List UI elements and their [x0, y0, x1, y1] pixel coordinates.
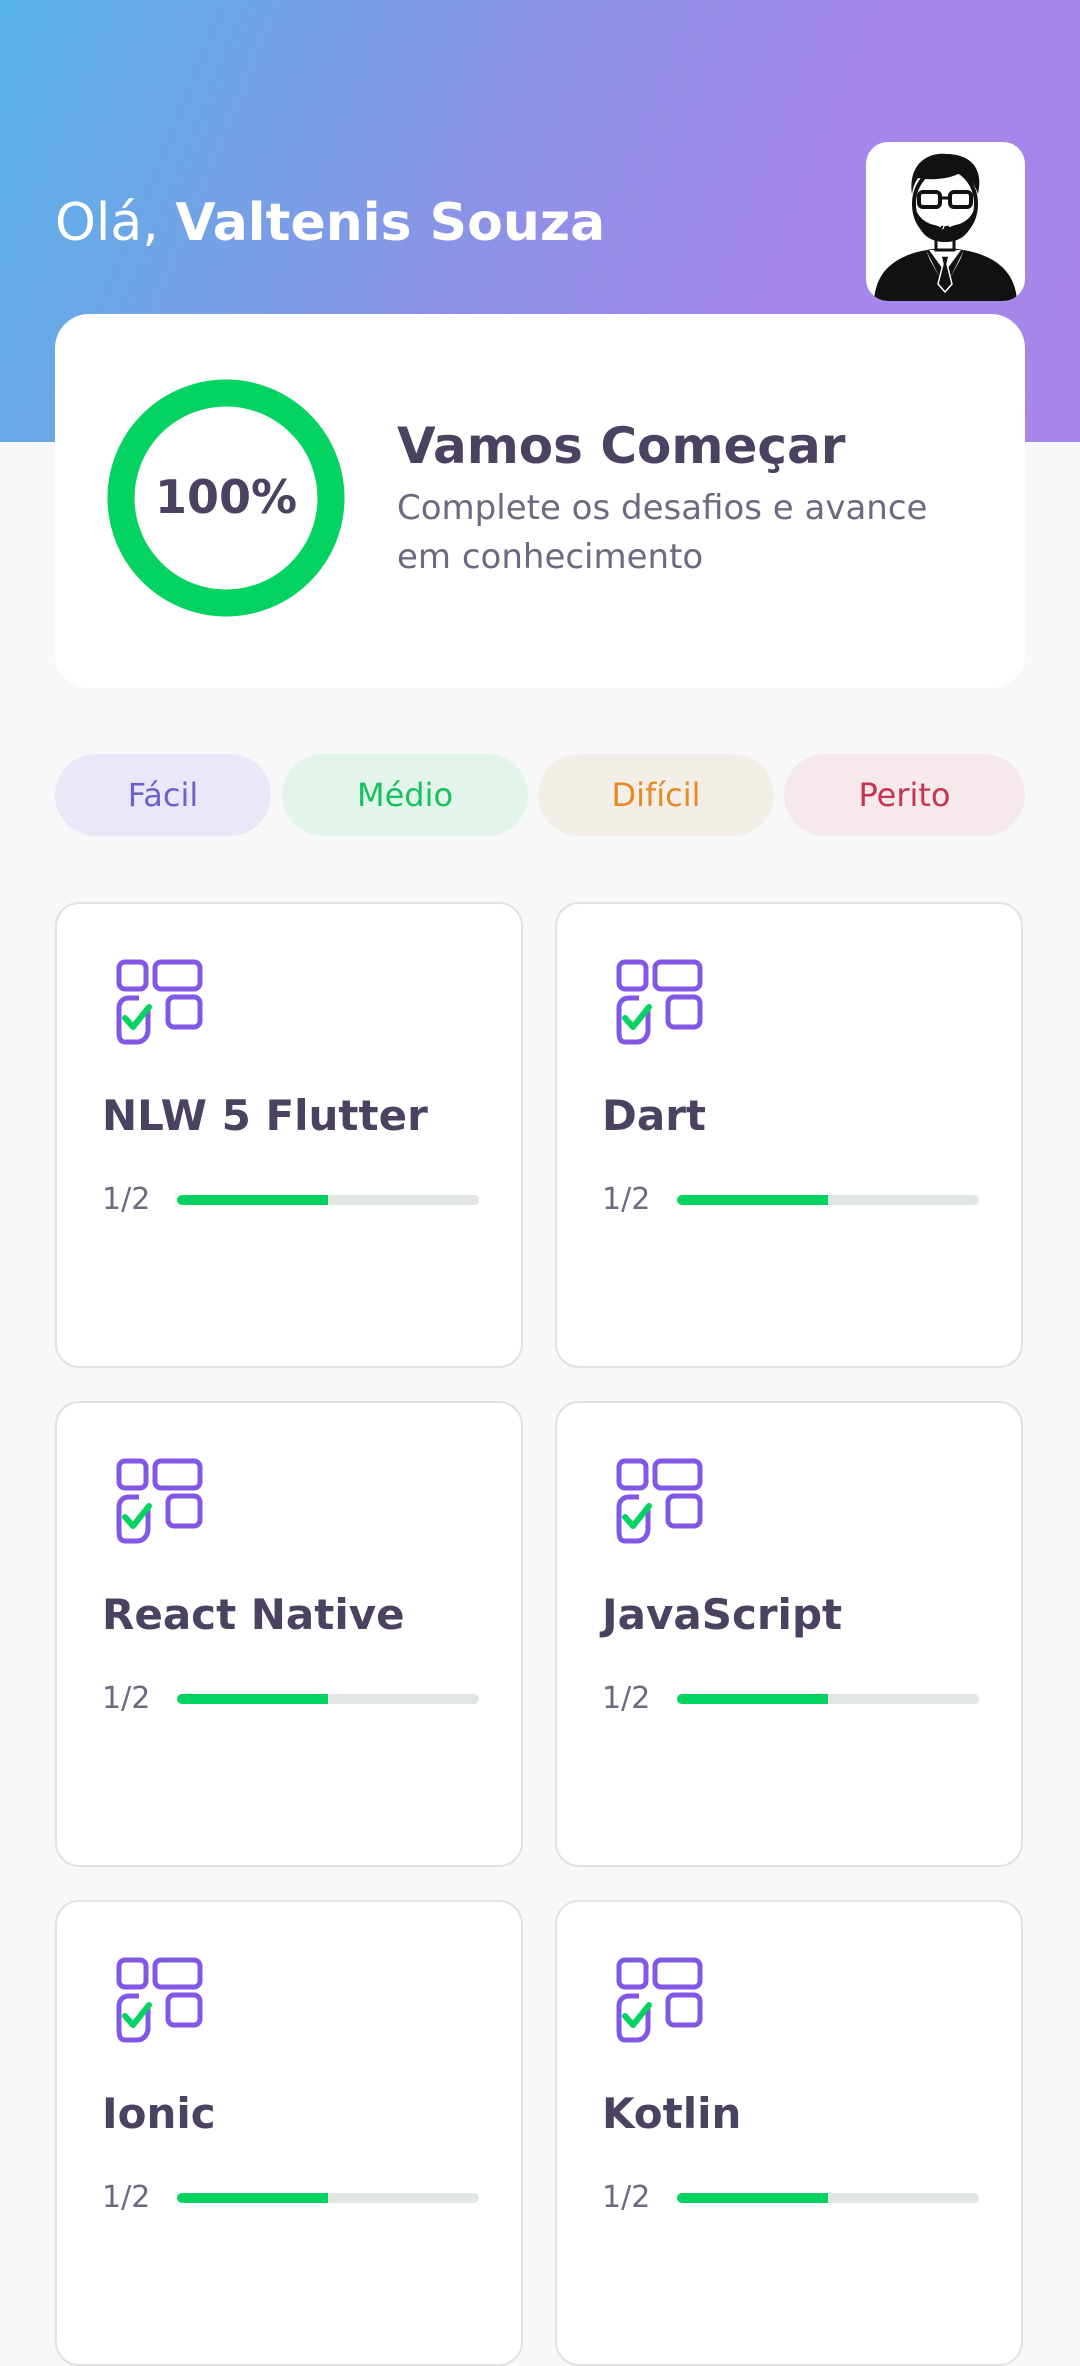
quiz-card[interactable]: Kotlin 1/2 — [555, 1900, 1023, 2366]
quiz-progress-bar — [177, 1195, 479, 1205]
level-chip-medio[interactable]: Médio — [282, 754, 528, 836]
quiz-title: React Native — [102, 1590, 405, 1639]
score-card: 100% Vamos Começar Complete os desafios … — [55, 314, 1025, 688]
progress-percent: 100% — [154, 470, 298, 524]
quiz-card[interactable]: Dart 1/2 — [555, 902, 1023, 1368]
quiz-progress-fill — [677, 1694, 828, 1704]
quiz-title: Dart — [602, 1091, 706, 1140]
user-name: Valtenis Souza — [175, 193, 606, 253]
quiz-count: 1/2 — [102, 2180, 151, 2215]
level-chip-label: Médio — [356, 776, 454, 814]
blocks-check-icon — [616, 1957, 703, 2043]
quiz-card[interactable]: React Native 1/2 — [55, 1401, 523, 1867]
quiz-count: 1/2 — [602, 1182, 651, 1217]
quiz-progress-fill — [677, 2193, 828, 2203]
greeting-prefix: Olá, — [55, 193, 159, 253]
blocks-check-icon — [616, 959, 703, 1045]
blocks-check-icon — [116, 1458, 203, 1544]
quiz-progress-bar — [677, 2193, 979, 2203]
blocks-check-icon — [616, 1458, 703, 1544]
quiz-title: JavaScript — [602, 1590, 843, 1639]
level-chip-label: Perito — [858, 776, 951, 814]
quiz-progress-fill — [177, 1195, 328, 1205]
quiz-progress-bar — [177, 1694, 479, 1704]
quiz-count: 1/2 — [602, 1681, 651, 1716]
level-chip-perito[interactable]: Perito — [784, 754, 1025, 836]
svg-text:</>: </> — [934, 217, 956, 231]
quiz-title: NLW 5 Flutter — [102, 1091, 428, 1140]
greeting: Olá, Valtenis Souza — [55, 188, 605, 258]
quiz-progress-bar — [677, 1694, 979, 1704]
blocks-check-icon — [116, 959, 203, 1045]
quiz-count: 1/2 — [102, 1681, 151, 1716]
quiz-card[interactable]: Ionic 1/2 — [55, 1900, 523, 2366]
quiz-title: Kotlin — [602, 2089, 742, 2138]
score-title: Vamos Começar — [397, 417, 846, 475]
blocks-check-icon — [116, 1957, 203, 2043]
developer-avatar-icon: </> — [874, 153, 1017, 301]
level-chip-facil[interactable]: Fácil — [55, 754, 271, 836]
score-subtitle: Complete os desafios e avance em conheci… — [397, 488, 928, 577]
level-chip-dificil[interactable]: Difícil — [538, 754, 774, 836]
quiz-progress-fill — [177, 1694, 328, 1704]
quiz-progress-fill — [677, 1195, 828, 1205]
level-chip-label: Difícil — [611, 776, 701, 814]
avatar[interactable]: </> — [866, 142, 1025, 301]
quiz-progress-fill — [177, 2193, 328, 2203]
quiz-progress-bar — [677, 1195, 979, 1205]
quiz-card[interactable]: JavaScript 1/2 — [555, 1401, 1023, 1867]
quiz-title: Ionic — [102, 2089, 216, 2138]
quiz-card[interactable]: NLW 5 Flutter 1/2 — [55, 902, 523, 1368]
quiz-count: 1/2 — [102, 1182, 151, 1217]
level-chip-label: Fácil — [127, 776, 199, 814]
quiz-progress-bar — [177, 2193, 479, 2203]
quiz-count: 1/2 — [602, 2180, 651, 2215]
